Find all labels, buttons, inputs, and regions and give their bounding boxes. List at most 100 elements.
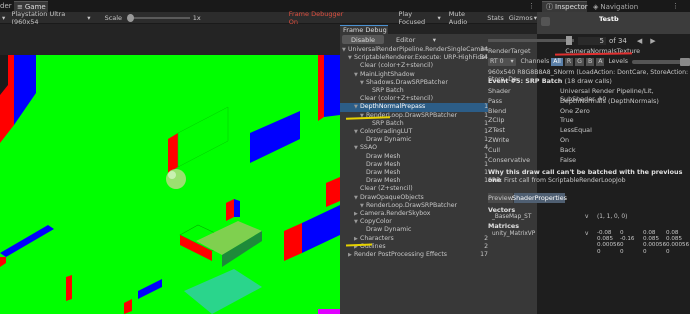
- channel-r-button[interactable]: R: [564, 57, 574, 66]
- tree-row-count: 2: [484, 234, 488, 242]
- matrix-type: v: [585, 231, 589, 237]
- tab-frame-debug[interactable]: Frame Debug: [340, 25, 388, 34]
- tree-row[interactable]: ▼ Shadows.DrawSRPBatcher: [340, 79, 488, 87]
- matrix-cell: 0: [597, 248, 601, 255]
- matrix-column: -0.08 0.085 0.00056 0: [597, 230, 620, 255]
- tree-row-label: ColorGradingLUT: [360, 128, 413, 135]
- channel-g-button[interactable]: G: [575, 57, 584, 66]
- property-value: Back: [560, 145, 576, 154]
- partial-tab-label[interactable]: der: [0, 2, 12, 10]
- event-slider-knob[interactable]: [566, 36, 572, 45]
- tree-row[interactable]: ▼ ScriptableRenderer.Execute: URP-HighFid…: [340, 54, 488, 62]
- kebab-menu-icon[interactable]: ⋮: [672, 2, 679, 10]
- event-tree[interactable]: ▼ UniversalRenderPipeline.RenderSingleCam…: [340, 46, 488, 314]
- editor-dropdown[interactable]: Editor ▾: [396, 36, 436, 44]
- tree-row-count: 17: [480, 251, 488, 258]
- matrix-column: 0.08 0.085 0.00056 0: [666, 230, 689, 255]
- tree-row[interactable]: Draw Dynamic: [340, 136, 488, 144]
- property-value: DepthNormals (DepthNormals): [560, 96, 659, 105]
- event-slider[interactable]: [488, 36, 574, 45]
- property-key: ZWrite: [488, 136, 510, 144]
- levels-slider[interactable]: [632, 57, 690, 66]
- tree-row[interactable]: Draw Dynamic: [340, 226, 488, 234]
- tree-row[interactable]: Draw Mesh: [340, 161, 488, 169]
- event-title: Event #5: SRP Batch (18 draw calls): [488, 77, 612, 85]
- tab-shader-properties[interactable]: ShaderProperties: [512, 193, 567, 203]
- tree-row-label: SRP Batch: [372, 87, 404, 94]
- tree-row[interactable]: Draw Mesh: [340, 169, 488, 177]
- tree-row-count: 34: [480, 46, 488, 53]
- next-event-icon[interactable]: ▶: [650, 37, 655, 45]
- chevron-down-icon: ▾: [87, 13, 91, 22]
- pillar-face: [324, 55, 340, 117]
- tree-row[interactable]: Draw Mesh: [340, 153, 488, 161]
- tree-row-label: RenderLoop.DrawSRPBatcher: [366, 201, 458, 209]
- stats-toggle[interactable]: Stats: [487, 14, 504, 22]
- batch-reason: SRP: First call from ScriptableRenderLoo…: [488, 177, 626, 184]
- tree-row[interactable]: ▼ CopyColor: [340, 218, 488, 226]
- tree-row-label: Shadows.DrawSRPBatcher: [366, 78, 448, 86]
- vectors-header: Vectors: [488, 206, 516, 214]
- property-key: Conservative: [488, 155, 531, 164]
- tab-preview[interactable]: Preview: [488, 193, 513, 203]
- scene-render: [0, 55, 340, 314]
- tree-row[interactable]: ▼ SSAO: [340, 144, 488, 152]
- matrix-column: 0.08 0.085 0.00056 0: [643, 230, 666, 255]
- tree-row[interactable]: Draw Mesh: [340, 177, 488, 185]
- matrix-cell: 0.00056: [643, 242, 667, 249]
- property-value: False: [560, 155, 577, 164]
- tree-row[interactable]: ▼ RenderLoop.DrawSRPBatcher: [340, 202, 488, 210]
- tree-row[interactable]: Clear (Z+stencil): [340, 185, 488, 193]
- chevron-down-icon: ▾: [432, 35, 436, 44]
- tree-row[interactable]: SRP Batch: [340, 87, 488, 95]
- previous-event-icon[interactable]: ◀: [637, 37, 642, 45]
- channel-a-button[interactable]: A: [596, 57, 605, 66]
- tab-navigation[interactable]: ◈ Navigation: [589, 1, 638, 12]
- property-key: ZTest: [488, 126, 505, 135]
- tree-row[interactable]: ▶ Camera.RenderSkybox: [340, 210, 488, 218]
- tree-row-count: 2: [484, 242, 488, 250]
- sphere: [166, 169, 186, 189]
- tree-row[interactable]: ▼ MainLightShadow: [340, 71, 488, 79]
- channel-all-button[interactable]: All: [551, 57, 563, 66]
- scale-slider-knob[interactable]: [127, 13, 135, 22]
- tab-frame-debug-label: Frame Debug: [343, 26, 387, 34]
- tree-row-label: Draw Mesh: [366, 152, 401, 160]
- matrix-cell: 0: [620, 248, 624, 255]
- game-viewport[interactable]: [0, 24, 340, 314]
- tree-row[interactable]: ▶ Render PostProcessing Effects: [340, 251, 488, 259]
- scale-slider[interactable]: [127, 13, 190, 22]
- tree-row-label: Draw Mesh: [366, 177, 401, 185]
- display-dropdown[interactable]: ▾: [2, 14, 7, 22]
- gizmos-label: Gizmos: [508, 13, 533, 22]
- tree-row[interactable]: ▼ UniversalRenderPipeline.RenderSingleCam…: [340, 46, 488, 54]
- tree-row[interactable]: SRP Batch: [340, 120, 488, 128]
- tree-row-count: 34: [480, 54, 488, 62]
- disable-button[interactable]: Disable: [342, 35, 384, 44]
- tree-row[interactable]: ▼ DrawOpaqueObjects: [340, 194, 488, 202]
- tree-row-label: Draw Mesh: [366, 169, 401, 176]
- tree-row[interactable]: ▶ Characters: [340, 235, 488, 243]
- gizmos-dropdown[interactable]: Gizmos ▾: [509, 14, 537, 22]
- matrix-cell: 0.00056: [666, 242, 690, 249]
- channel-b-button[interactable]: B: [585, 57, 595, 66]
- render-target-dropdown[interactable]: RT 0 ▾: [488, 57, 516, 66]
- frame-debug-tabbar: Frame Debug: [340, 24, 537, 34]
- render-target-dropdown-label: RT 0: [490, 58, 504, 65]
- matrix-cell: 0.00056: [597, 242, 621, 249]
- tree-row-label: DepthNormalPrepass: [360, 103, 426, 111]
- vector-value: (1, 1, 0, 0): [597, 214, 628, 220]
- tree-row[interactable]: Clear (color+Z+stencil): [340, 95, 488, 103]
- tree-row[interactable]: ▼ ColorGradingLUT: [340, 128, 488, 136]
- levels-label: Levels: [608, 58, 629, 65]
- navigation-icon: ◈: [593, 2, 599, 11]
- tree-row-label: Draw Dynamic: [366, 136, 412, 144]
- kebab-menu-icon[interactable]: ⋮: [528, 2, 535, 10]
- scale-label: Scale: [104, 13, 123, 22]
- tree-row[interactable]: Clear (color+Z+stencil): [340, 62, 488, 70]
- tree-row[interactable]: ▼ DepthNormalPrepass: [340, 103, 488, 112]
- tree-row-label: Clear (Z+stencil): [360, 185, 413, 193]
- event-index-field[interactable]: 5: [578, 36, 606, 45]
- editor-dropdown-label: Editor: [396, 35, 416, 44]
- tab-inspector[interactable]: ⓘ Inspector: [542, 1, 588, 12]
